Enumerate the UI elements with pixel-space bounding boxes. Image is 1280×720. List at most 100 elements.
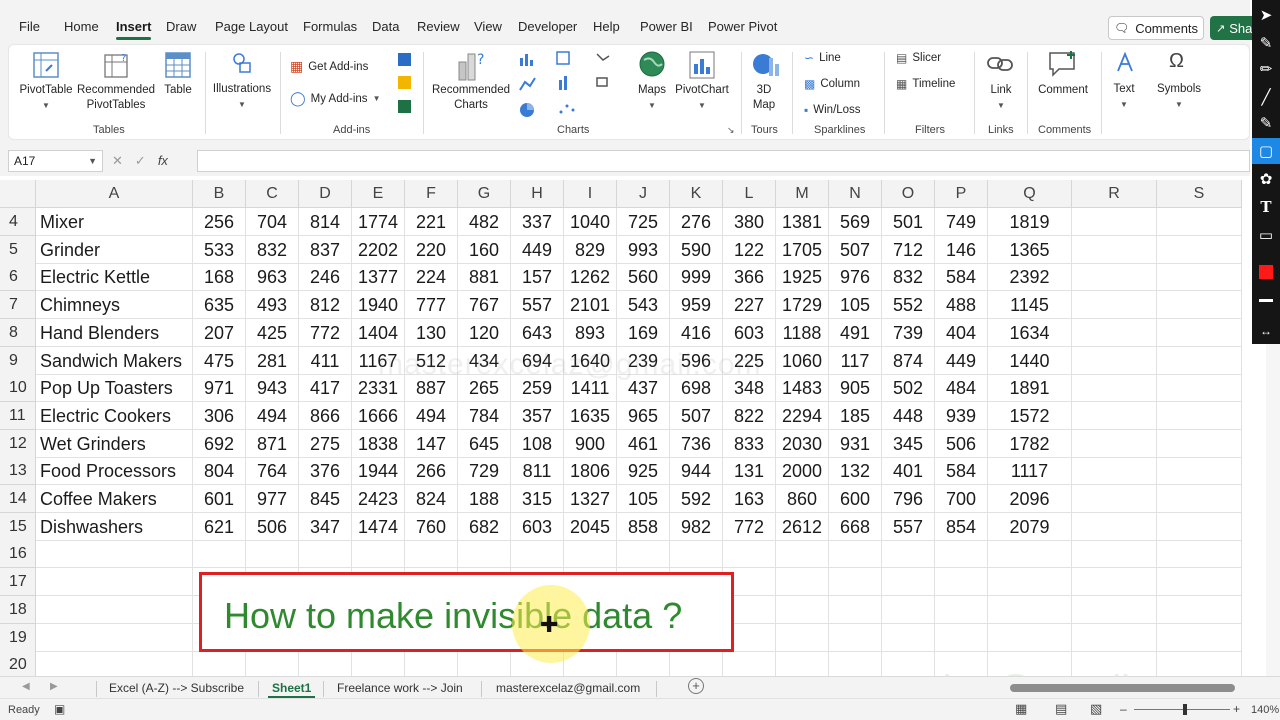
value-cell[interactable]: 1729: [776, 291, 829, 320]
value-cell[interactable]: [1072, 485, 1157, 513]
value-cell[interactable]: 905: [829, 374, 882, 403]
value-cell[interactable]: [935, 623, 988, 652]
row-header[interactable]: 12: [0, 429, 36, 458]
value-cell[interactable]: 584: [935, 457, 988, 486]
pencil-icon[interactable]: ╱: [1252, 84, 1280, 110]
value-cell[interactable]: 1440: [988, 346, 1072, 375]
charts-dialog-launcher-icon[interactable]: ↘: [727, 125, 735, 136]
value-cell[interactable]: [1157, 291, 1242, 320]
value-cell[interactable]: 130: [405, 318, 458, 347]
value-cell[interactable]: [1072, 595, 1157, 624]
value-cell[interactable]: [1072, 540, 1157, 569]
value-cell[interactable]: 157: [511, 263, 564, 292]
value-cell[interactable]: 866: [299, 401, 352, 430]
value-cell[interactable]: 132: [829, 457, 882, 486]
menu-draw[interactable]: Draw: [166, 19, 196, 34]
value-cell[interactable]: 1381: [776, 208, 829, 236]
value-cell[interactable]: [352, 651, 405, 676]
menu-view[interactable]: View: [474, 19, 502, 34]
scroll-tabs-right-icon[interactable]: ▶: [50, 681, 58, 692]
value-cell[interactable]: 729: [458, 457, 511, 486]
value-cell[interactable]: [882, 623, 935, 652]
name-box-dropdown-icon[interactable]: ▼: [88, 151, 97, 171]
value-cell[interactable]: 475: [193, 346, 246, 375]
row-header[interactable]: 11: [0, 401, 36, 430]
value-cell[interactable]: [988, 595, 1072, 624]
product-name-cell[interactable]: Electric Kettle: [36, 263, 193, 292]
product-name-cell[interactable]: [36, 623, 193, 652]
value-cell[interactable]: [193, 540, 246, 569]
product-name-cell[interactable]: [36, 651, 193, 676]
product-name-cell[interactable]: [36, 540, 193, 569]
value-cell[interactable]: [458, 651, 511, 676]
row-header[interactable]: 17: [0, 568, 36, 597]
value-cell[interactable]: 893: [564, 318, 617, 347]
value-cell[interactable]: 506: [935, 429, 988, 458]
palette-icon[interactable]: ✿: [1252, 166, 1280, 192]
value-cell[interactable]: [1157, 235, 1242, 264]
value-cell[interactable]: 1327: [564, 485, 617, 513]
value-cell[interactable]: 266: [405, 457, 458, 486]
value-cell[interactable]: 814: [299, 208, 352, 236]
symbols-button[interactable]: Symbols: [1154, 82, 1204, 97]
product-name-cell[interactable]: Grinder: [36, 235, 193, 264]
value-cell[interactable]: [1157, 263, 1242, 292]
value-cell[interactable]: 860: [776, 485, 829, 513]
value-cell[interactable]: [935, 595, 988, 624]
sheet-tab-freelance[interactable]: Freelance work --> Join: [337, 681, 463, 695]
value-cell[interactable]: 552: [882, 291, 935, 320]
highlighter-icon[interactable]: ✏: [1252, 56, 1280, 82]
row-header[interactable]: 19: [0, 623, 36, 652]
value-cell[interactable]: 712: [882, 235, 935, 264]
pivotchart-button[interactable]: PivotChart: [672, 83, 732, 98]
value-cell[interactable]: 601: [193, 485, 246, 513]
insert-function-icon[interactable]: fx: [158, 153, 168, 169]
value-cell[interactable]: 725: [617, 208, 670, 236]
value-cell[interactable]: [776, 568, 829, 597]
row-header[interactable]: 10: [0, 374, 36, 403]
product-name-cell[interactable]: Wet Grinders: [36, 429, 193, 458]
value-cell[interactable]: 1838: [352, 429, 405, 458]
red-color-icon[interactable]: [1252, 259, 1280, 285]
formula-input[interactable]: [197, 150, 1250, 172]
get-addins-button[interactable]: ▦ Get Add-ins: [290, 58, 368, 75]
link-button[interactable]: Link: [985, 83, 1017, 98]
value-cell[interactable]: 306: [193, 401, 246, 430]
text-dropdown-icon[interactable]: ▼: [1120, 100, 1128, 109]
value-cell[interactable]: 417: [299, 374, 352, 403]
value-cell[interactable]: [1072, 208, 1157, 236]
pivottable-dropdown-icon[interactable]: ▼: [42, 101, 50, 110]
column-header-g[interactable]: G: [458, 180, 511, 208]
value-cell[interactable]: [1157, 595, 1242, 624]
value-cell[interactable]: 584: [935, 263, 988, 292]
value-cell[interactable]: [882, 568, 935, 597]
value-cell[interactable]: 939: [935, 401, 988, 430]
value-cell[interactable]: 977: [246, 485, 299, 513]
value-cell[interactable]: 448: [882, 401, 935, 430]
accessibility-icon[interactable]: ▣: [54, 702, 65, 716]
value-cell[interactable]: 168: [193, 263, 246, 292]
product-name-cell[interactable]: Electric Cookers: [36, 401, 193, 430]
value-cell[interactable]: [1157, 401, 1242, 430]
value-cell[interactable]: 1891: [988, 374, 1072, 403]
value-cell[interactable]: [564, 540, 617, 569]
swap-icon[interactable]: ↔: [1252, 318, 1280, 344]
column-header-j[interactable]: J: [617, 180, 670, 208]
column-header-l[interactable]: L: [723, 180, 776, 208]
value-cell[interactable]: 1705: [776, 235, 829, 264]
value-cell[interactable]: 764: [246, 457, 299, 486]
value-cell[interactable]: 507: [670, 401, 723, 430]
value-cell[interactable]: [776, 595, 829, 624]
value-cell[interactable]: 767: [458, 291, 511, 320]
value-cell[interactable]: [1072, 346, 1157, 375]
value-cell[interactable]: 982: [670, 512, 723, 541]
value-cell[interactable]: 569: [829, 208, 882, 236]
value-cell[interactable]: [1072, 374, 1157, 403]
value-cell[interactable]: 772: [299, 318, 352, 347]
value-cell[interactable]: [776, 540, 829, 569]
row-header[interactable]: 6: [0, 263, 36, 292]
value-cell[interactable]: 739: [882, 318, 935, 347]
value-cell[interactable]: [1072, 263, 1157, 292]
value-cell[interactable]: [1072, 457, 1157, 486]
value-cell[interactable]: [935, 540, 988, 569]
